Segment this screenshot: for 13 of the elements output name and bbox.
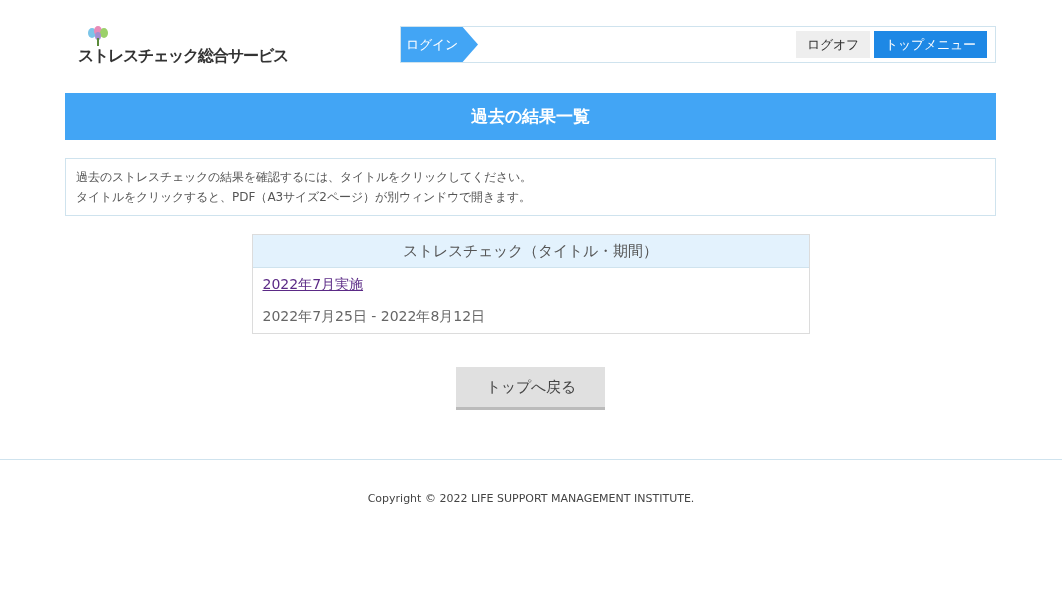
- logo-text: ストレスチェック総合サービス: [78, 45, 289, 66]
- back-to-top-button[interactable]: トップへ戻る: [456, 367, 605, 410]
- info-text: 過去のストレスチェックの結果を確認するには、タイトルをクリックしてください。: [76, 169, 533, 186]
- copyright-text: Copyright © 2022 LIFE SUPPORT MANAGEMENT INSTITUTE.: [367, 491, 695, 507]
- column-header: ストレスチェック（タイトル・期間）: [252, 235, 809, 268]
- logoff-button[interactable]: ログオフ: [796, 31, 870, 58]
- top-menu-button[interactable]: トップメニュー: [874, 31, 987, 58]
- result-title-link[interactable]: 2022年7月実施: [262, 273, 364, 295]
- flower-logo-icon: [86, 25, 110, 46]
- period-text: 2022年7月25日 - 2022年8月12日: [262, 307, 486, 326]
- breadcrumb-step: ログイン: [401, 27, 478, 62]
- info-text: タイトルをクリックすると、PDF（A3サイズ2ページ）が別ウィンドウで開きます。: [76, 189, 532, 206]
- page-title: 過去の結果一覧: [65, 93, 996, 140]
